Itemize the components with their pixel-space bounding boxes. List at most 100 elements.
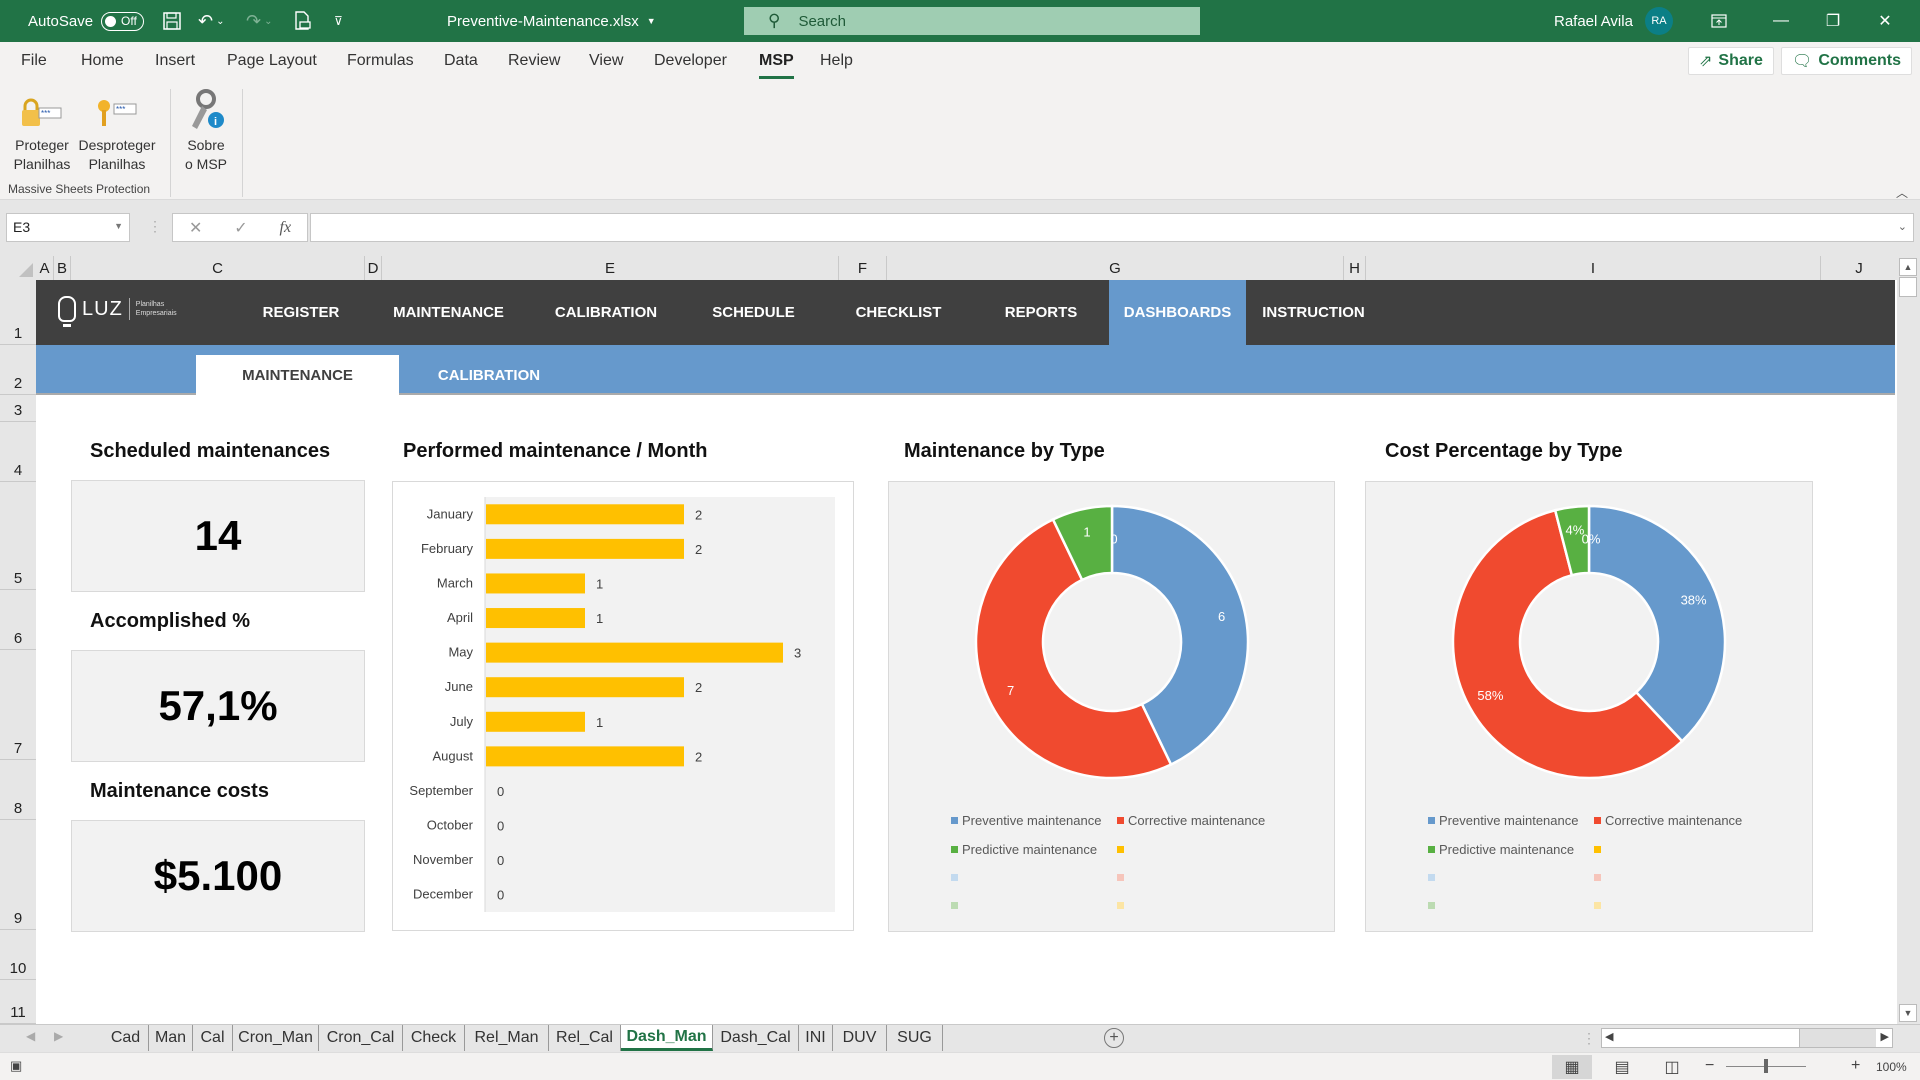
nav-maintenance[interactable]: MAINTENANCE <box>366 280 531 345</box>
tab-home[interactable]: Home <box>81 52 124 70</box>
nav-reports[interactable]: REPORTS <box>971 280 1111 345</box>
tab-scroll-left-icon[interactable]: ◀ <box>26 1029 35 1043</box>
sheet-tab-dash-man[interactable]: Dash_Man <box>621 1025 713 1051</box>
vertical-scrollbar[interactable]: ▲ ▼ <box>1897 256 1920 1024</box>
column-header[interactable]: G <box>887 256 1344 280</box>
horizontal-scroll-thumb[interactable] <box>1620 1029 1800 1047</box>
sheet-tab-sug[interactable]: SUG <box>887 1025 943 1051</box>
collapse-ribbon-icon[interactable]: ︿ <box>1896 184 1908 201</box>
column-header[interactable]: I <box>1366 256 1821 280</box>
maintenance-by-type-chart[interactable]: 6 7 1 0 Preventive maintenance Corrective mai… <box>888 481 1335 932</box>
tab-file[interactable]: File <box>21 52 47 70</box>
cancel-icon[interactable]: ✕ <box>189 218 202 238</box>
nav-dashboards[interactable]: DASHBOARDS <box>1109 280 1246 345</box>
undo-dropdown-icon[interactable]: ⌄ <box>216 16 224 27</box>
tab-help[interactable]: Help <box>820 52 853 70</box>
column-header[interactable]: J <box>1821 256 1897 280</box>
sheet-tab-dash-cal[interactable]: Dash_Cal <box>713 1025 799 1051</box>
scroll-down-icon[interactable]: ▼ <box>1899 1004 1917 1022</box>
sheet-tab-rel-man[interactable]: Rel_Man <box>465 1025 549 1051</box>
tab-view[interactable]: View <box>589 52 623 70</box>
column-header[interactable]: D <box>365 256 382 280</box>
macro-record-icon[interactable]: ▣ <box>10 1058 22 1074</box>
insert-function-icon[interactable]: fx <box>280 219 292 237</box>
tab-split-grip[interactable]: ⋮ <box>1582 1030 1596 1047</box>
column-header[interactable]: H <box>1344 256 1366 280</box>
nav-schedule[interactable]: SCHEDULE <box>681 280 826 345</box>
column-header[interactable]: B <box>54 256 71 280</box>
undo-icon[interactable]: ↶ ⌄ <box>198 0 224 42</box>
expand-formula-bar-icon[interactable]: ⌄ <box>1898 220 1907 233</box>
file-menu-chevron-icon[interactable]: ▼ <box>647 16 656 26</box>
sheet-tab-man[interactable]: Man <box>149 1025 193 1051</box>
search-box[interactable]: ⚲ Search <box>744 7 1200 35</box>
sheet-tab-ini[interactable]: INI <box>799 1025 833 1051</box>
formula-bar-grip[interactable]: ⋮ <box>148 218 162 235</box>
normal-view-icon[interactable]: ▦ <box>1552 1055 1592 1079</box>
file-name[interactable]: Preventive-Maintenance.xlsx ▼ <box>447 0 656 42</box>
name-box[interactable]: E3 ▼ <box>6 213 130 242</box>
tab-developer[interactable]: Developer <box>654 52 727 70</box>
ribbon-display-options-icon[interactable] <box>1696 0 1742 42</box>
tab-review[interactable]: Review <box>508 52 560 70</box>
nav-checklist[interactable]: CHECKLIST <box>826 280 971 345</box>
autosave-toggle[interactable]: Off <box>101 11 144 31</box>
unprotect-sheets-button[interactable]: *** Desproteger Planilhas <box>74 92 160 174</box>
vertical-scroll-thumb[interactable] <box>1899 277 1917 297</box>
monthly-bar-chart[interactable]: January 2 February 2 March 1 April 1 May 3 June 2 Ju… <box>392 481 854 931</box>
sheet-tab-cal[interactable]: Cal <box>193 1025 233 1051</box>
share-button[interactable]: ⇗ Share <box>1688 47 1774 75</box>
select-all-corner[interactable] <box>0 256 36 280</box>
tab-page-layout[interactable]: Page Layout <box>227 52 317 70</box>
column-header[interactable]: F <box>839 256 887 280</box>
enter-check-icon[interactable]: ✓ <box>234 218 247 238</box>
user-account[interactable]: Rafael Avila RA <box>1554 0 1673 42</box>
autosave[interactable]: AutoSave Off <box>28 0 144 42</box>
scroll-up-icon[interactable]: ▲ <box>1899 258 1917 276</box>
row-header[interactable]: 8 <box>0 760 36 820</box>
protect-sheets-button[interactable]: *** Proteger Planilhas <box>8 92 76 174</box>
scroll-left-icon[interactable]: ◀ <box>1605 1030 1613 1043</box>
redo-icon[interactable]: ↷ ⌄ <box>246 0 272 42</box>
row-header[interactable]: 4 <box>0 422 36 482</box>
scroll-right-icon[interactable]: ▶ <box>1881 1030 1889 1043</box>
tab-msp[interactable]: MSP <box>759 52 794 79</box>
row-header[interactable]: 5 <box>0 482 36 590</box>
sheet-tab-cron-cal[interactable]: Cron_Cal <box>319 1025 403 1051</box>
name-box-dropdown-icon[interactable]: ▼ <box>114 221 123 231</box>
zoom-in-icon[interactable]: + <box>1851 1057 1860 1075</box>
row-header[interactable]: 10 <box>0 930 36 980</box>
zoom-slider-knob[interactable] <box>1764 1059 1768 1073</box>
customize-qat-icon[interactable]: ⊽ <box>334 0 343 42</box>
subtab-maintenance[interactable]: MAINTENANCE <box>196 355 399 395</box>
tab-formulas[interactable]: Formulas <box>347 52 414 70</box>
horizontal-scrollbar[interactable]: ◀ ▶ <box>1601 1028 1893 1048</box>
column-header[interactable]: E <box>382 256 839 280</box>
sheet-tab-duv[interactable]: DUV <box>833 1025 887 1051</box>
sheet-tab-check[interactable]: Check <box>403 1025 465 1051</box>
print-preview-icon[interactable] <box>294 0 312 42</box>
sheet-tab-cron-man[interactable]: Cron_Man <box>233 1025 319 1051</box>
row-header[interactable]: 1 <box>0 280 36 345</box>
zoom-out-icon[interactable]: − <box>1705 1057 1714 1075</box>
formula-input[interactable]: ⌄ <box>310 213 1914 242</box>
add-sheet-icon[interactable]: + <box>1104 1028 1124 1048</box>
cost-percentage-chart[interactable]: 38% 58% 4% 0% Preventive maintenance Correcti… <box>1365 481 1813 932</box>
column-header[interactable]: A <box>36 256 54 280</box>
tab-scroll-right-icon[interactable]: ▶ <box>54 1029 63 1043</box>
close-icon[interactable]: ✕ <box>1862 0 1908 42</box>
comments-button[interactable]: 🗨 Comments <box>1781 47 1912 75</box>
row-header[interactable]: 2 <box>0 345 36 395</box>
tab-data[interactable]: Data <box>444 52 478 70</box>
zoom-level[interactable]: 100% <box>1876 1060 1907 1074</box>
avatar[interactable]: RA <box>1644 7 1673 35</box>
about-msp-button[interactable]: i Sobre o MSP <box>178 86 234 174</box>
subtab-calibration[interactable]: CALIBRATION <box>399 355 579 395</box>
nav-instruction[interactable]: INSTRUCTION <box>1246 280 1381 345</box>
row-header[interactable]: 3 <box>0 395 36 422</box>
row-header[interactable]: 6 <box>0 590 36 650</box>
zoom-slider[interactable] <box>1726 1059 1806 1073</box>
column-header[interactable]: C <box>71 256 365 280</box>
page-break-view-icon[interactable]: ◫ <box>1652 1055 1692 1079</box>
sheet-tab-cad[interactable]: Cad <box>103 1025 149 1051</box>
